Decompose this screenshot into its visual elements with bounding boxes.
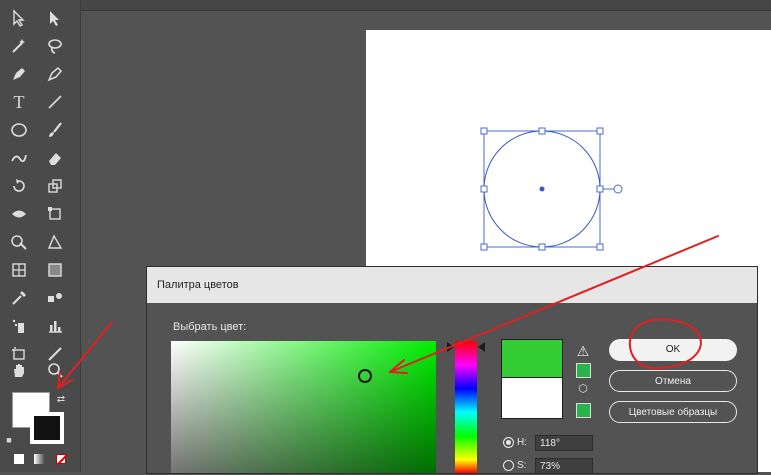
- web-safe-cube-icon[interactable]: ⬡: [577, 383, 589, 395]
- hue-slider[interactable]: [455, 341, 477, 473]
- ok-button[interactable]: OK: [609, 339, 737, 361]
- hue-radio[interactable]: [503, 437, 514, 448]
- hue-field-row: H:: [503, 437, 527, 448]
- color-picker-dialog: Палитра цветов Выбрать цвет: ⚠ ⬡ OK Отме…: [146, 266, 758, 474]
- hue-slider-handle-right[interactable]: [478, 342, 485, 352]
- saturation-field-row: S:: [503, 460, 526, 471]
- color-field[interactable]: [171, 341, 436, 473]
- color-swatches-button[interactable]: Цветовые образцы: [609, 401, 737, 423]
- dialog-title: Палитра цветов: [147, 267, 757, 303]
- original-color-preview[interactable]: [501, 377, 563, 419]
- hue-slider-handle-left[interactable]: [447, 342, 454, 352]
- new-color-preview: [501, 339, 563, 379]
- gamut-color-swatch[interactable]: [576, 363, 591, 378]
- web-safe-color-swatch[interactable]: [576, 403, 591, 418]
- hue-label: H:: [517, 437, 527, 449]
- saturation-label: S:: [517, 460, 527, 472]
- out-of-gamut-warning-icon[interactable]: ⚠: [575, 343, 591, 359]
- color-picker-handle[interactable]: [358, 369, 372, 383]
- cancel-button[interactable]: Отмена: [609, 370, 737, 392]
- hue-input[interactable]: 118°: [535, 435, 593, 451]
- select-color-label: Выбрать цвет:: [173, 321, 247, 333]
- saturation-radio[interactable]: [503, 460, 514, 471]
